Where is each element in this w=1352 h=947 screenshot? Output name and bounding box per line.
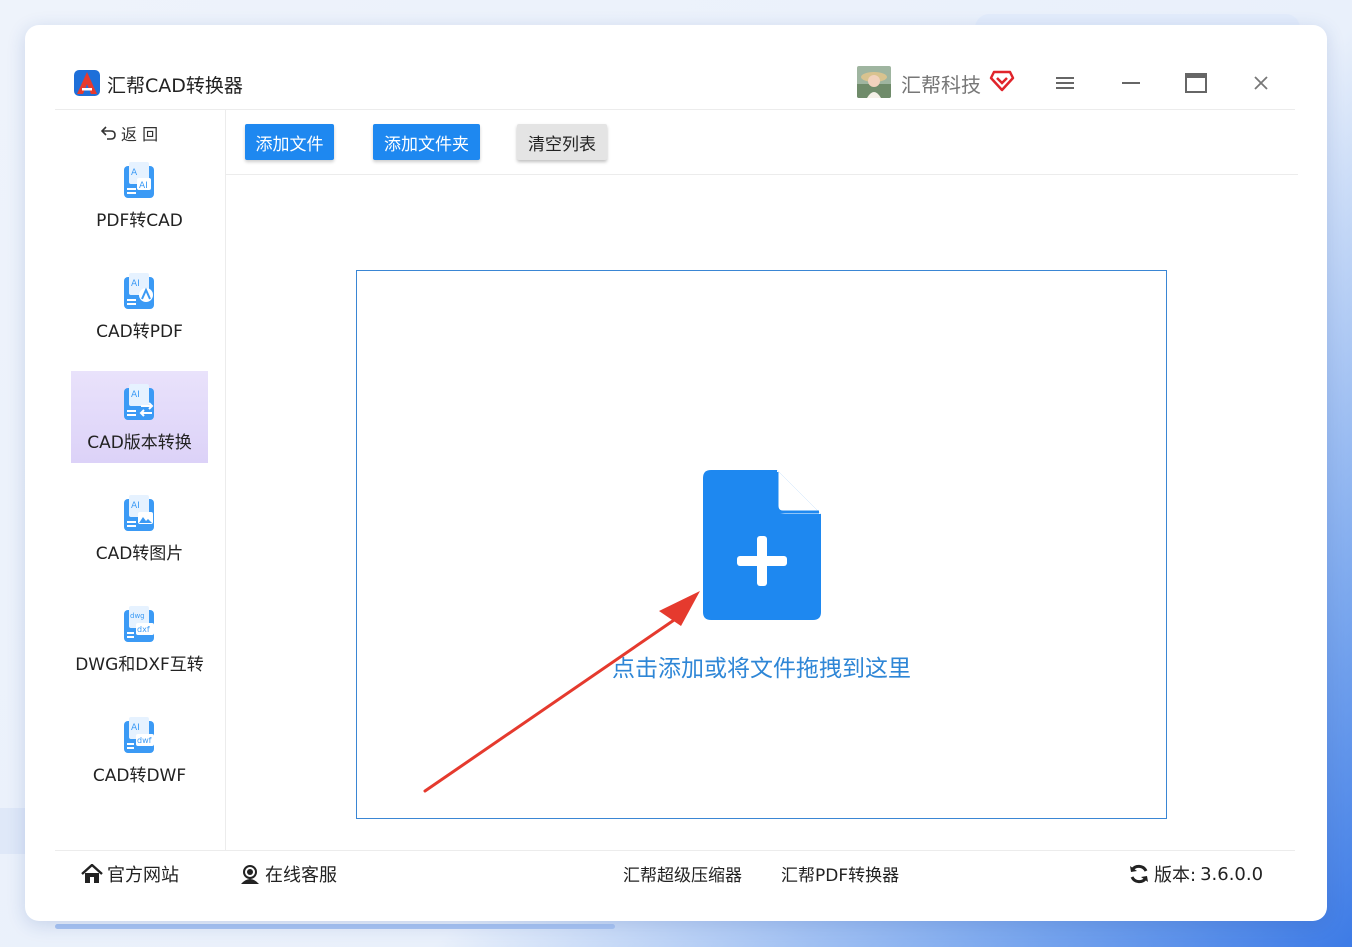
- svg-text:AI: AI: [139, 181, 148, 191]
- app-window: 汇帮CAD转换器 汇帮科技 返 回 A AI PDF转CAD AI CAD转PD…: [25, 25, 1327, 921]
- sidebar-item-cad-to-pdf[interactable]: AI CAD转PDF: [71, 273, 208, 365]
- close-button[interactable]: [1246, 68, 1276, 98]
- toolbar: 添加文件 添加文件夹 清空列表: [226, 110, 1298, 175]
- svg-text:AI: AI: [131, 501, 140, 511]
- drop-zone-text[interactable]: 点击添加或将文件拖拽到这里: [357, 649, 1166, 683]
- official-website-link[interactable]: 官方网站: [81, 861, 179, 887]
- footer: 官方网站 在线客服 汇帮超级压缩器 汇帮PDF转换器 版本: 3.6.0.0: [55, 850, 1295, 893]
- back-label: 返 回: [121, 125, 159, 144]
- version-info[interactable]: 版本: 3.6.0.0: [1128, 861, 1263, 887]
- title-bar: 汇帮CAD转换器 汇帮科技: [55, 55, 1295, 110]
- sidebar-item-label: CAD转图片: [95, 544, 184, 564]
- pdf-converter-link[interactable]: 汇帮PDF转换器: [781, 861, 899, 886]
- sidebar-item-label: CAD转DWF: [92, 766, 187, 786]
- compressor-link[interactable]: 汇帮超级压缩器: [623, 861, 742, 886]
- cad-to-dwf-icon: AI dwf: [124, 717, 154, 753]
- cad-to-pdf-icon: AI: [124, 273, 154, 309]
- cad-version-convert-icon: AI: [124, 384, 154, 420]
- company-name[interactable]: 汇帮科技: [901, 69, 981, 98]
- file-drop-zone[interactable]: 点击添加或将文件拖拽到这里: [356, 270, 1167, 819]
- sidebar-item-cad-version-convert[interactable]: AI CAD版本转换: [71, 371, 208, 463]
- svg-text:A: A: [131, 168, 138, 178]
- close-icon: [1254, 76, 1268, 90]
- svg-text:AI: AI: [131, 390, 140, 400]
- sidebar-item-cad-to-image[interactable]: AI CAD转图片: [71, 495, 208, 587]
- sidebar-item-pdf-to-cad[interactable]: A AI PDF转CAD: [71, 162, 208, 254]
- back-arrow-icon: [101, 126, 116, 140]
- svg-text:dwg: dwg: [130, 612, 145, 620]
- sidebar-item-label: DWG和DXF互转: [75, 655, 204, 675]
- sidebar-item-label: PDF转CAD: [96, 211, 183, 231]
- svg-text:dxf: dxf: [137, 625, 150, 634]
- dwg-dxf-icon: dwg dxf: [124, 606, 154, 642]
- sidebar-item-label: CAD转PDF: [96, 322, 183, 342]
- app-logo-icon: [74, 70, 100, 96]
- menu-button[interactable]: [1050, 68, 1080, 98]
- sidebar: 返 回 A AI PDF转CAD AI CAD转PDF AI CAD版本转换 A…: [55, 110, 226, 850]
- maximize-icon: [1185, 73, 1207, 93]
- cad-to-image-icon: AI: [124, 495, 154, 531]
- sidebar-item-dwg-dxf[interactable]: dwg dxf DWG和DXF互转: [71, 606, 208, 698]
- back-button[interactable]: 返 回: [101, 121, 158, 145]
- minimize-button[interactable]: [1116, 68, 1146, 98]
- online-support-label: 在线客服: [265, 865, 337, 886]
- taskbar-indicator: [55, 924, 615, 929]
- refresh-icon: [1130, 864, 1148, 884]
- menu-icon: [1056, 77, 1074, 89]
- official-website-label: 官方网站: [107, 865, 179, 886]
- clear-list-button[interactable]: 清空列表: [517, 124, 607, 160]
- version-value: 3.6.0.0: [1200, 863, 1264, 885]
- vip-diamond-icon[interactable]: [989, 67, 1015, 93]
- home-icon: [81, 864, 103, 883]
- add-file-icon[interactable]: [703, 470, 821, 620]
- svg-text:AI: AI: [131, 279, 140, 289]
- online-support-link[interactable]: 在线客服: [239, 861, 337, 887]
- sidebar-item-cad-to-dwf[interactable]: AI dwf CAD转DWF: [71, 717, 208, 809]
- customer-service-icon: [241, 865, 259, 884]
- svg-text:AI: AI: [131, 723, 140, 733]
- pdf-to-cad-icon: A AI: [124, 162, 154, 198]
- svg-text:dwf: dwf: [137, 736, 152, 745]
- window-content: 汇帮CAD转换器 汇帮科技 返 回 A AI PDF转CAD AI CAD转PD…: [55, 55, 1298, 895]
- minimize-icon: [1122, 82, 1140, 84]
- add-file-button[interactable]: 添加文件: [245, 124, 334, 160]
- sidebar-item-label: CAD版本转换: [87, 433, 192, 453]
- maximize-button[interactable]: [1181, 68, 1211, 98]
- app-title: 汇帮CAD转换器: [107, 75, 243, 97]
- version-label: 版本:: [1154, 865, 1197, 886]
- add-folder-button[interactable]: 添加文件夹: [373, 124, 480, 160]
- user-avatar[interactable]: [857, 66, 891, 98]
